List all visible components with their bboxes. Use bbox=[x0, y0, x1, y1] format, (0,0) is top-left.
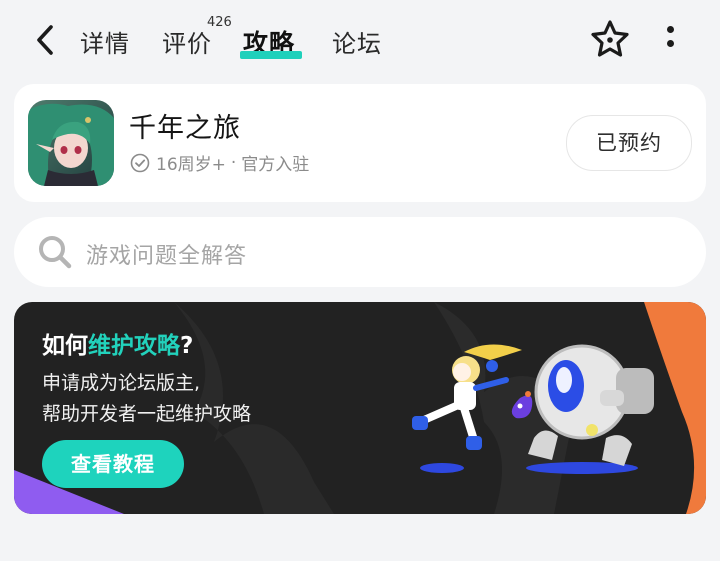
more-vertical-icon[interactable] bbox=[660, 26, 680, 56]
game-info-card: 千年之旅 16周岁+ · 官方入驻 已预约 bbox=[14, 84, 706, 202]
banner-illustration bbox=[412, 344, 654, 474]
banner-description-line-2: 帮助开发者一起维护攻略 bbox=[42, 403, 252, 425]
banner-title-highlight: 维护攻略 bbox=[88, 333, 180, 359]
game-meta: 16周岁+ · 官方入驻 bbox=[130, 150, 309, 175]
moderator-banner[interactable]: 如何维护攻略? 申请成为论坛版主, 帮助开发者一起维护攻略 查看教程 bbox=[14, 302, 706, 514]
banner-title: 如何维护攻略? bbox=[42, 326, 193, 360]
tab-review[interactable]: 评价 bbox=[162, 24, 212, 59]
official-badge: 官方入驻 bbox=[241, 155, 310, 175]
review-count-badge: 426 bbox=[207, 15, 232, 30]
tab-forum[interactable]: 论坛 bbox=[332, 24, 382, 59]
tab-detail[interactable]: 详情 bbox=[80, 24, 130, 59]
game-title: 千年之旅 bbox=[129, 113, 241, 144]
check-circle-icon bbox=[130, 153, 150, 172]
banner-title-prefix: 如何 bbox=[42, 333, 88, 359]
view-tutorial-button[interactable]: 查看教程 bbox=[42, 440, 184, 488]
banner-title-suffix: ? bbox=[180, 333, 194, 359]
reserved-button[interactable]: 已预约 bbox=[566, 115, 692, 171]
chevron-left-icon[interactable] bbox=[28, 22, 62, 58]
search-placeholder: 游戏问题全解答 bbox=[86, 244, 248, 269]
meta-separator: · bbox=[230, 152, 237, 173]
age-rating: 16周岁+ bbox=[156, 155, 226, 175]
top-nav: 详情 评价 426 攻略 论坛 bbox=[0, 0, 720, 80]
search-bar[interactable]: 游戏问题全解答 bbox=[14, 217, 706, 287]
star-icon[interactable] bbox=[589, 18, 631, 60]
active-tab-indicator bbox=[240, 51, 302, 59]
game-icon[interactable] bbox=[28, 100, 114, 186]
banner-description-line-1: 申请成为论坛版主, bbox=[42, 372, 201, 394]
search-icon bbox=[39, 236, 72, 269]
